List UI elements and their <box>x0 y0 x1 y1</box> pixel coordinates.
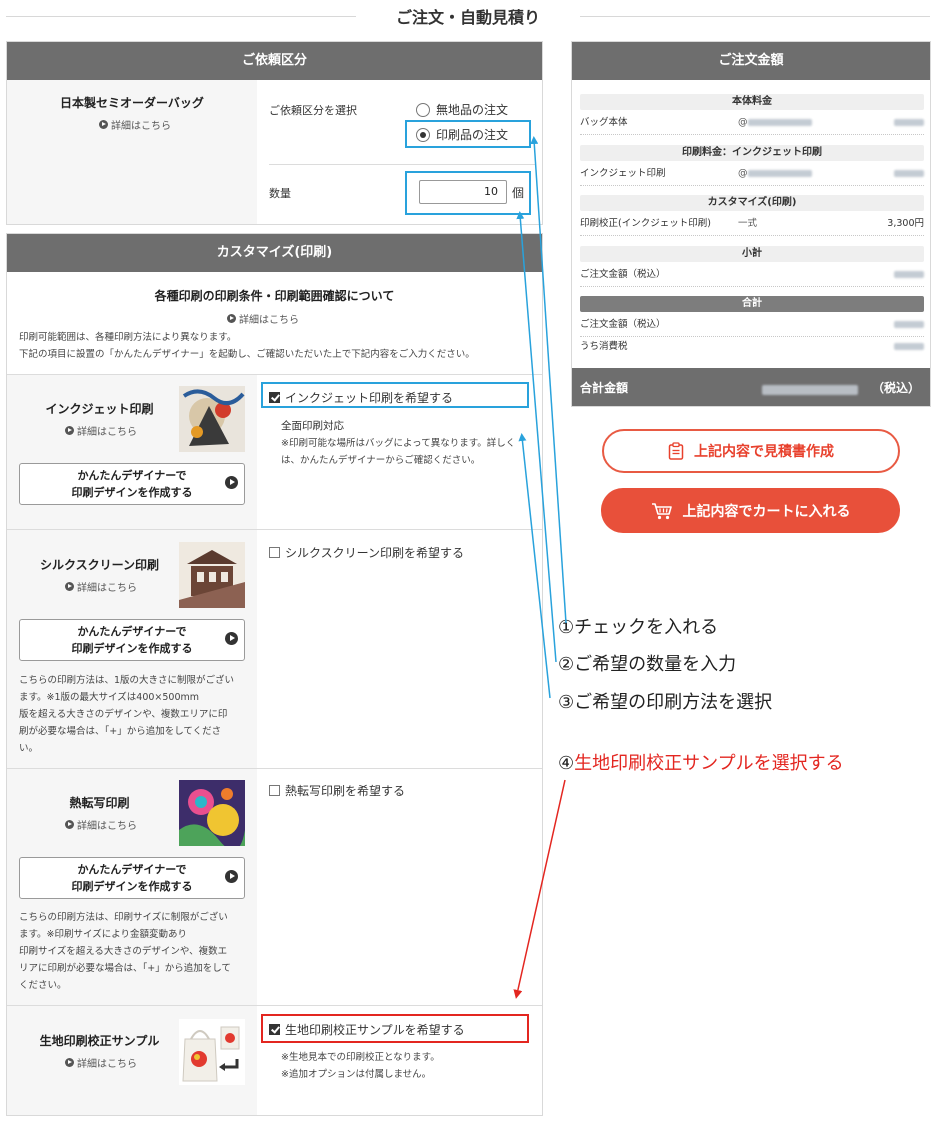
annotation-arrows <box>513 136 567 999</box>
blue-arrows <box>516 136 567 699</box>
red-arrow <box>513 779 566 999</box>
